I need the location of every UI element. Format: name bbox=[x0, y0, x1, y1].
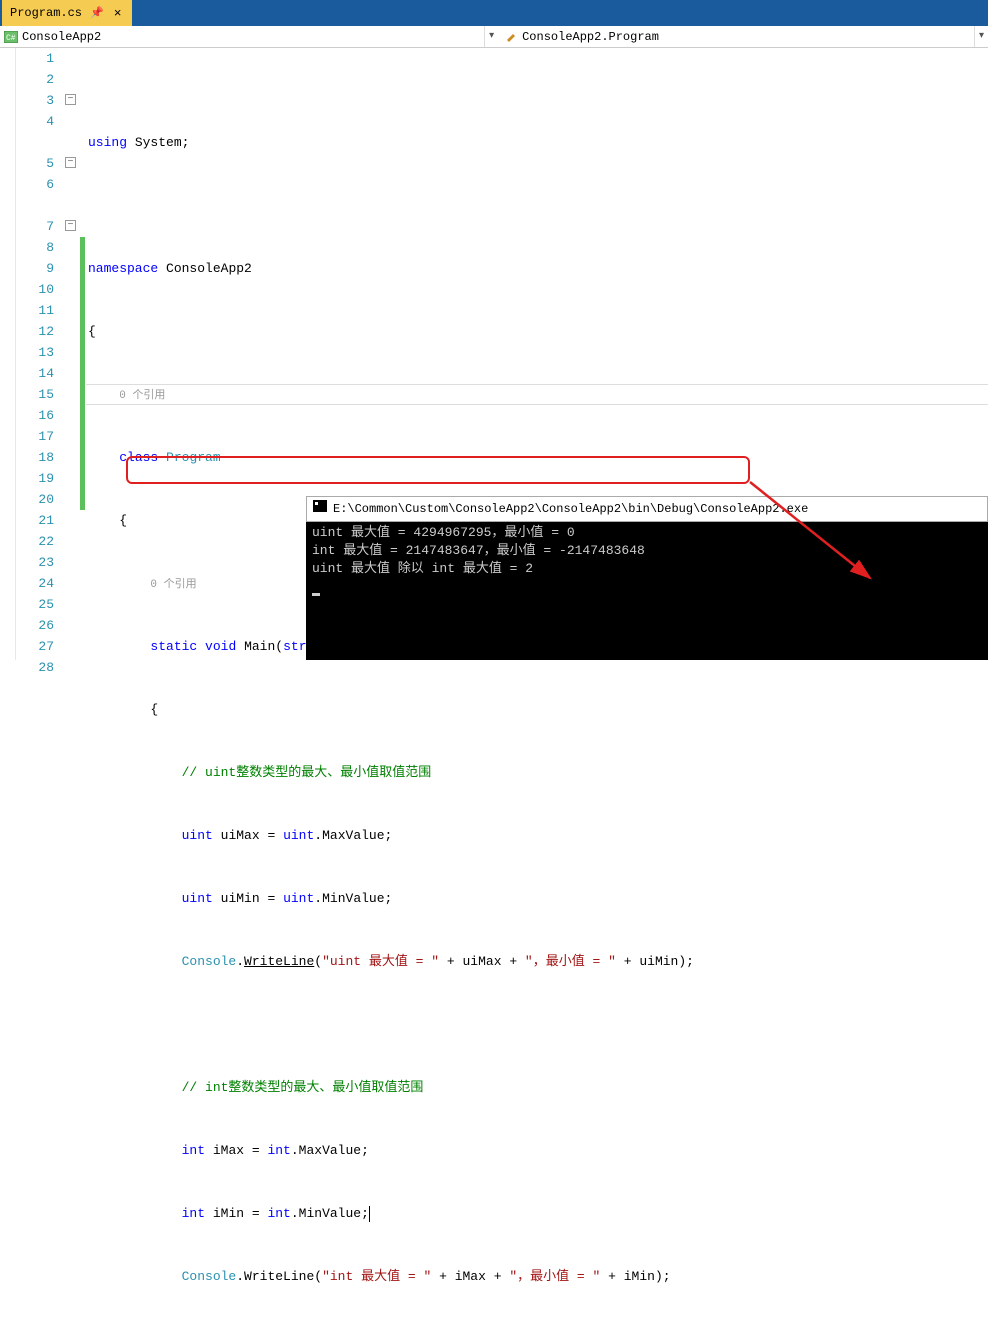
pin-icon[interactable]: 📌 bbox=[90, 6, 104, 20]
tab-bar: Program.cs 📌 × bbox=[0, 0, 988, 26]
file-tab[interactable]: Program.cs 📌 × bbox=[2, 0, 132, 26]
console-window: E:\Common\Custom\ConsoleApp2\ConsoleApp2… bbox=[306, 496, 988, 660]
svg-text:C#: C# bbox=[6, 34, 16, 43]
chevron-down-icon[interactable]: ▾ bbox=[974, 26, 988, 47]
close-icon[interactable]: × bbox=[112, 6, 124, 21]
text-caret bbox=[369, 1206, 370, 1222]
console-caret bbox=[312, 593, 320, 596]
fold-column: − − − bbox=[64, 48, 80, 660]
console-output: uint 最大值 = 4294967295，最小值 = 0 int 最大值 = … bbox=[306, 522, 988, 598]
margin bbox=[0, 48, 16, 660]
breadcrumb-class-dropdown[interactable]: ConsoleApp2.Program bbox=[498, 30, 974, 44]
wrench-icon bbox=[504, 31, 518, 43]
breadcrumb-class: ConsoleApp2.Program bbox=[522, 30, 659, 44]
fold-icon[interactable]: − bbox=[65, 94, 76, 105]
breadcrumb-project-dropdown[interactable]: C# ConsoleApp2 bbox=[0, 30, 484, 44]
csharp-icon: C# bbox=[4, 31, 18, 43]
fold-icon[interactable]: − bbox=[65, 157, 76, 168]
console-icon bbox=[313, 500, 327, 518]
console-titlebar[interactable]: E:\Common\Custom\ConsoleApp2\ConsoleApp2… bbox=[306, 496, 988, 522]
chevron-down-icon[interactable]: ▾ bbox=[484, 26, 498, 47]
console-title-text: E:\Common\Custom\ConsoleApp2\ConsoleApp2… bbox=[333, 500, 808, 518]
breadcrumb: C# ConsoleApp2 ▾ ConsoleApp2.Program ▾ bbox=[0, 26, 988, 48]
tab-title: Program.cs bbox=[10, 6, 82, 20]
breadcrumb-project: ConsoleApp2 bbox=[22, 30, 101, 44]
current-line-highlight bbox=[86, 384, 988, 405]
fold-icon[interactable]: − bbox=[65, 220, 76, 231]
line-numbers: 1234 56 78910 11121314 15161718 19202122… bbox=[16, 48, 64, 660]
